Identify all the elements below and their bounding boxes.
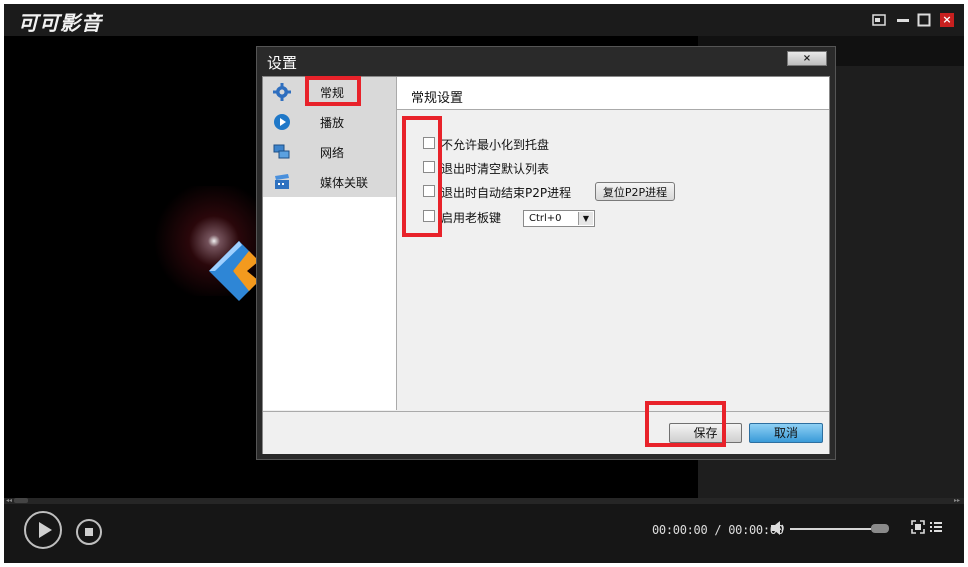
nav-label-network: 网络 (320, 146, 345, 160)
section-title: 常规设置 (411, 91, 464, 106)
seek-forward-icon[interactable]: ▸▸ (954, 498, 960, 504)
compact-mode-icon[interactable] (872, 13, 886, 27)
gear-icon (273, 83, 291, 101)
option-label: 退出时清空默认列表 (441, 162, 550, 176)
option-label: 退出时自动结束P2P进程 (441, 186, 572, 200)
option-label: 启用老板键 (441, 211, 502, 225)
volume-slider[interactable] (790, 528, 871, 530)
checkbox[interactable] (423, 185, 435, 197)
dialog-footer: 保存 取消 (263, 411, 829, 454)
checkbox[interactable] (423, 210, 435, 222)
playlist-icon[interactable] (928, 520, 944, 536)
seek-handle[interactable] (14, 498, 28, 503)
time-current: 00:00:00 (652, 523, 708, 537)
close-icon[interactable]: × (940, 13, 954, 27)
boss-key-select[interactable]: Ctrl+0 ▼ (523, 210, 595, 227)
boss-key-value: Ctrl+0 (529, 213, 562, 224)
dialog-body: 常规 播放 网络 媒体关联 常规设置 不允许最小化到托盘 退出时清空默认列表 退… (262, 76, 830, 454)
nav-item-general[interactable]: 常规 (263, 77, 396, 107)
option-label: 不允许最小化到托盘 (441, 138, 550, 152)
speaker-icon[interactable] (770, 520, 788, 536)
time-display: 00:00:00 / 00:00:00 (652, 523, 784, 537)
nav-item-playback[interactable]: 播放 (263, 107, 396, 137)
control-bar: 00:00:00 / 00:00:00 (4, 504, 964, 563)
dialog-close-button[interactable]: × (787, 51, 827, 66)
content-header: 常规设置 (397, 77, 829, 110)
play-button[interactable] (24, 511, 62, 549)
play-icon (273, 113, 291, 131)
dialog-title: 设置 (267, 54, 298, 72)
stop-button[interactable] (76, 519, 102, 545)
save-button[interactable]: 保存 (669, 423, 742, 443)
settings-dialog: 设置 × 常规 播放 网络 媒体关联 常规设置 不允许最小化到托盘 退出时清空默… (256, 46, 836, 460)
nav-label-general: 常规 (320, 86, 345, 100)
settings-content: 常规设置 不允许最小化到托盘 退出时清空默认列表 退出时自动结束P2P进程 复位… (397, 77, 829, 410)
clapperboard-icon (273, 173, 291, 191)
title-bar: 可可影音 × (4, 4, 964, 36)
checkbox[interactable] (423, 161, 435, 173)
network-icon (273, 143, 291, 161)
nav-label-playback: 播放 (320, 116, 345, 130)
reset-p2p-button[interactable]: 复位P2P进程 (595, 182, 675, 201)
nav-label-media-association: 媒体关联 (320, 176, 369, 190)
nav-item-media-association[interactable]: 媒体关联 (263, 167, 396, 197)
minimize-icon[interactable] (896, 13, 910, 27)
fullscreen-icon[interactable] (910, 520, 926, 536)
time-separator: / (714, 523, 722, 537)
app-title: 可可影音 (18, 11, 102, 35)
checkbox[interactable] (423, 137, 435, 149)
cancel-button[interactable]: 取消 (749, 423, 823, 443)
volume-handle[interactable] (871, 524, 889, 533)
seek-back-icon[interactable]: ◂◂ (6, 498, 12, 504)
maximize-icon[interactable] (917, 13, 931, 27)
logo-chevron-icon (209, 241, 259, 305)
player-window: 可可影音 × ◂◂ ▸▸ 00:00:00 / 00:00:00 设置 × 常规… (4, 4, 964, 563)
nav-item-network[interactable]: 网络 (263, 137, 396, 167)
chevron-down-icon[interactable]: ▼ (578, 212, 593, 225)
settings-nav: 常规 播放 网络 媒体关联 (263, 77, 397, 410)
